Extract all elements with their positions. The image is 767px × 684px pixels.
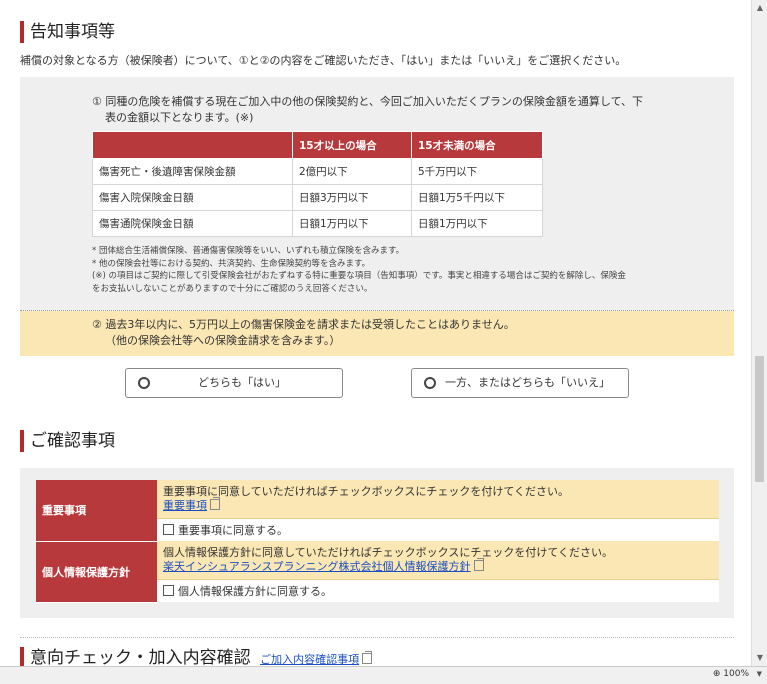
footnote: * 団体総合生活補償保険、普通傷害保険等をいい、いずれも積立保険を含みます。 bbox=[92, 246, 405, 256]
choice-no-label: 一方、またはどちらも「いいえ」 bbox=[445, 376, 610, 389]
coverage-confirm-link[interactable]: ご加入内容確認事項 bbox=[260, 653, 359, 666]
status-bar: ⊕ 100% ▼ bbox=[0, 666, 767, 684]
confirm-section-title: ご確認事項 bbox=[20, 430, 115, 452]
footnote: をお支払いしないことがありますので十分にご確認のうえ回答ください。 bbox=[92, 283, 373, 294]
radio-icon[interactable] bbox=[138, 377, 150, 389]
table-row: 傷害通院保険金日額 日額1万円以下 日額1万円以下 bbox=[92, 210, 543, 237]
choice-both-yes-button[interactable]: どちらも「はい」 bbox=[125, 368, 343, 398]
notice-intro: 補償の対象となる方（被保険者）について、①と②の内容をご確認いただき、「はい」ま… bbox=[20, 54, 627, 67]
table-cell: 日額1万5千円以下 bbox=[411, 184, 543, 211]
intent-title-text: 意向チェック・加入内容確認 bbox=[30, 648, 251, 666]
table-cell: 2億円以下 bbox=[292, 158, 412, 185]
intent-section-title: 意向チェック・加入内容確認 ご加入内容確認事項 bbox=[20, 647, 373, 666]
table-row: 傷害入院保険金日額 日額3万円以下 日額1万5千円以下 bbox=[92, 184, 543, 211]
scrollbar-thumb[interactable] bbox=[755, 356, 764, 482]
chevron-down-icon[interactable]: ▼ bbox=[757, 670, 762, 678]
vertical-scrollbar[interactable]: ▲ ▼ bbox=[751, 0, 767, 666]
divider bbox=[20, 637, 734, 638]
confirm-head-privacy: 個人情報保護方針 bbox=[36, 541, 157, 603]
page-viewport: 告知事項等 補償の対象となる方（被保険者）について、①と②の内容をご確認いただき… bbox=[0, 0, 751, 666]
choice-either-no-button[interactable]: 一方、またはどちらも「いいえ」 bbox=[411, 368, 629, 398]
privacy-policy-link[interactable]: 楽天インシュアランスプランニング株式会社個人情報保護方針 bbox=[163, 560, 471, 573]
confirm-head-important: 重要事項 bbox=[36, 480, 157, 542]
external-window-icon bbox=[210, 497, 220, 510]
scroll-up-icon[interactable]: ▲ bbox=[752, 0, 767, 16]
agree-privacy-checkbox-row[interactable]: 個人情報保護方針に同意する。 bbox=[157, 579, 719, 602]
table-row: 傷害死亡・後遺障害保険金額 2億円以下 5千万円以下 bbox=[92, 158, 543, 185]
table-cell: 傷害通院保険金日額 bbox=[92, 210, 293, 237]
confirm-panel: 重要事項 重要事項に同意していただければチェックボックスにチェックを付けてくださ… bbox=[20, 468, 734, 618]
confirm-row-privacy: 個人情報保護方針 個人情報保護方針に同意していただければチェックボックスにチェッ… bbox=[36, 541, 719, 603]
table-cell: 傷害入院保険金日額 bbox=[92, 184, 293, 211]
table-header-cell: 15才以上の場合 bbox=[292, 131, 412, 159]
table-cell: 日額1万円以下 bbox=[292, 210, 412, 237]
choice-yes-label: どちらも「はい」 bbox=[198, 376, 286, 389]
footnote: (※) の項目はご契約に際して引受保険会社がおたずねする特に重要な項目（告知事項… bbox=[92, 271, 626, 281]
external-window-icon bbox=[362, 651, 373, 664]
confirm-desc-important: 重要事項に同意していただければチェックボックスにチェックを付けてください。 重要… bbox=[157, 480, 719, 519]
scroll-down-icon[interactable]: ▼ bbox=[752, 650, 767, 666]
zoom-icon: ⊕ bbox=[712, 669, 721, 679]
table-header-cell bbox=[92, 131, 293, 159]
agree-important-checkbox-row[interactable]: 重要事項に同意する。 bbox=[157, 518, 719, 541]
footnote: * 他の保険会社等における契約、共済契約、生命保険契約等を含みます。 bbox=[92, 258, 371, 269]
agree-privacy-checkbox[interactable] bbox=[163, 585, 174, 596]
coverage-limit-table: 15才以上の場合 15才未満の場合 傷害死亡・後遺障害保険金額 2億円以下 5千… bbox=[92, 131, 543, 237]
notice-section-title: 告知事項等 bbox=[20, 21, 115, 43]
confirm-desc-privacy: 個人情報保護方針に同意していただければチェックボックスにチェックを付けてください… bbox=[157, 541, 719, 580]
confirm-title-text: ご確認事項 bbox=[30, 431, 115, 451]
confirm-row-important: 重要事項 重要事項に同意していただければチェックボックスにチェックを付けてくださ… bbox=[36, 480, 719, 542]
table-cell: 日額3万円以下 bbox=[292, 184, 412, 211]
table-cell: 5千万円以下 bbox=[411, 158, 543, 185]
important-matters-link[interactable]: 重要事項 bbox=[163, 499, 207, 512]
agree-privacy-label: 個人情報保護方針に同意する。 bbox=[178, 585, 332, 598]
question-1-panel: ① 同種の危険を補償する現在ご加入中の他の保険契約と、今回ご加入いただくプランの… bbox=[20, 77, 734, 310]
table-cell: 傷害死亡・後遺障害保険金額 bbox=[92, 158, 293, 185]
notice-title-text: 告知事項等 bbox=[30, 22, 115, 42]
question-2-text: ② 過去3年以内に、5万円以上の傷害保険金を請求または受領したことはありません。… bbox=[92, 318, 515, 347]
agree-important-label: 重要事項に同意する。 bbox=[178, 524, 288, 537]
confirm-table: 重要事項 重要事項に同意していただければチェックボックスにチェックを付けてくださ… bbox=[36, 480, 719, 603]
question-2-panel: ② 過去3年以内に、5万円以上の傷害保険金を請求または受領したことはありません。… bbox=[20, 311, 734, 356]
agree-important-checkbox[interactable] bbox=[163, 524, 174, 535]
external-window-icon bbox=[473, 558, 484, 571]
table-cell: 日額1万円以下 bbox=[411, 210, 543, 237]
footnotes: * 団体総合生活補償保険、普通傷害保険等をいい、いずれも積立保険を含みます。 *… bbox=[92, 245, 672, 295]
zoom-level: 100% bbox=[723, 669, 749, 679]
radio-icon[interactable] bbox=[424, 377, 436, 389]
table-header-row: 15才以上の場合 15才未満の場合 bbox=[92, 131, 543, 159]
question-1-text: ① 同種の危険を補償する現在ご加入中の他の保険契約と、今回ご加入いただくプランの… bbox=[92, 95, 644, 124]
table-header-cell: 15才未満の場合 bbox=[411, 131, 543, 159]
zoom-control[interactable]: ⊕ 100% bbox=[713, 669, 749, 679]
